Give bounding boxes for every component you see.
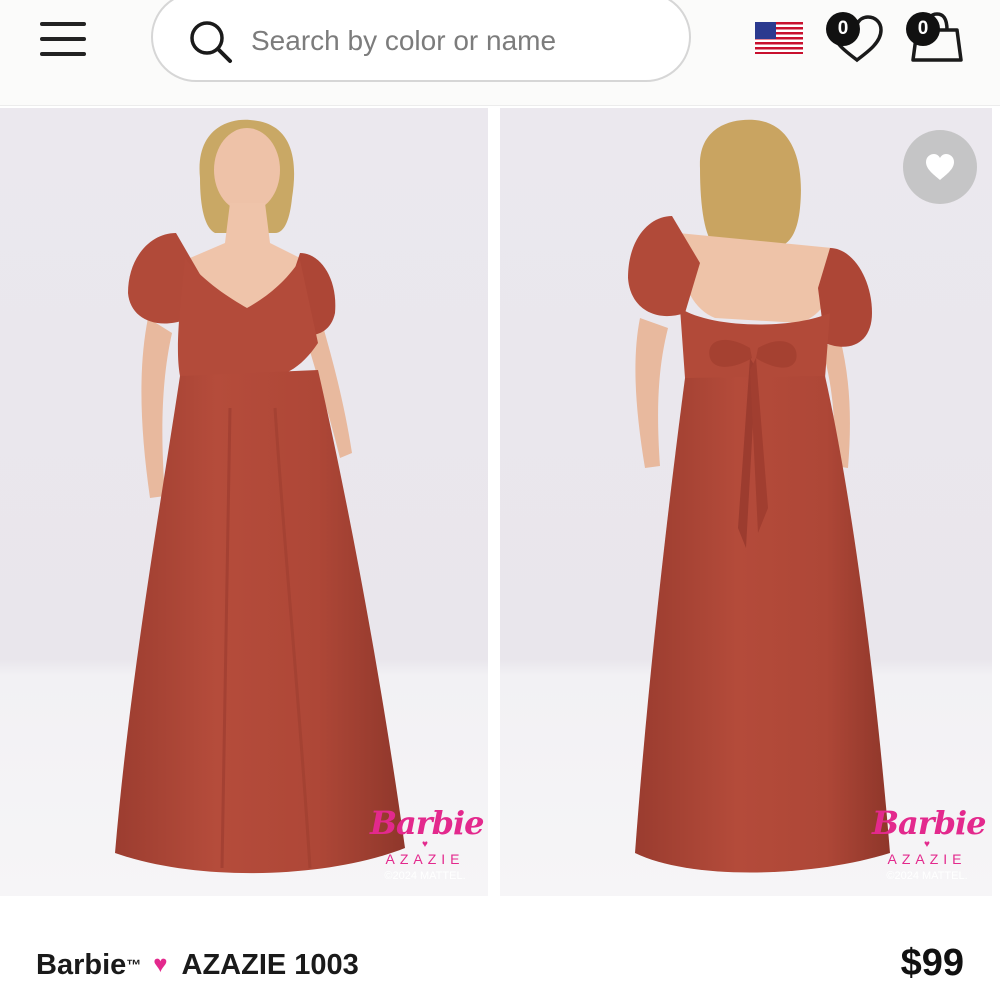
cart-button[interactable]: 0 (903, 8, 965, 66)
barbie-logo: Barbie (872, 804, 987, 842)
wishlist-count-badge: 0 (826, 12, 860, 46)
dress-back-illustration (500, 108, 992, 896)
cart-count-badge: 0 (906, 12, 940, 46)
product-title[interactable]: Barbie ™ ♥ AZAZIE 1003 (36, 945, 359, 985)
product-image-front[interactable]: Barbie ♥ AZAZIE ©2024 MATTEL. (0, 108, 488, 896)
barbie-logo: Barbie (370, 804, 485, 842)
heart-icon: ♥ (153, 951, 168, 978)
azazie-logo: AZAZIE (887, 851, 967, 867)
hamburger-menu-button[interactable] (38, 20, 88, 58)
heart-icon (926, 154, 954, 180)
search-input[interactable] (251, 16, 671, 66)
search-bar[interactable] (151, 0, 691, 82)
copyright-text: ©2024 MATTEL. (384, 870, 466, 882)
product-price: $99 (900, 942, 964, 984)
top-header: 0 0 (0, 0, 1000, 106)
add-to-favorites-button[interactable] (903, 130, 977, 204)
wishlist-button[interactable]: 0 (823, 8, 883, 64)
product-name: AZAZIE 1003 (181, 948, 359, 981)
menu-line (40, 37, 86, 41)
dress-front-illustration (0, 108, 488, 896)
trademark-symbol: ™ (126, 956, 142, 974)
us-flag-icon[interactable] (755, 22, 803, 54)
product-image-back[interactable]: Barbie ♥ AZAZIE ©2024 MATTEL. (500, 108, 992, 896)
search-icon (190, 21, 232, 63)
copyright-text: ©2024 MATTEL. (886, 870, 968, 882)
barbie-azazie-watermark: Barbie ♥ AZAZIE ©2024 MATTEL. (370, 804, 485, 884)
azazie-logo: AZAZIE (385, 851, 465, 867)
product-brand: Barbie (36, 948, 127, 981)
menu-line (40, 52, 86, 56)
barbie-azazie-watermark: Barbie ♥ AZAZIE ©2024 MATTEL. (872, 804, 987, 884)
menu-line (40, 22, 86, 26)
